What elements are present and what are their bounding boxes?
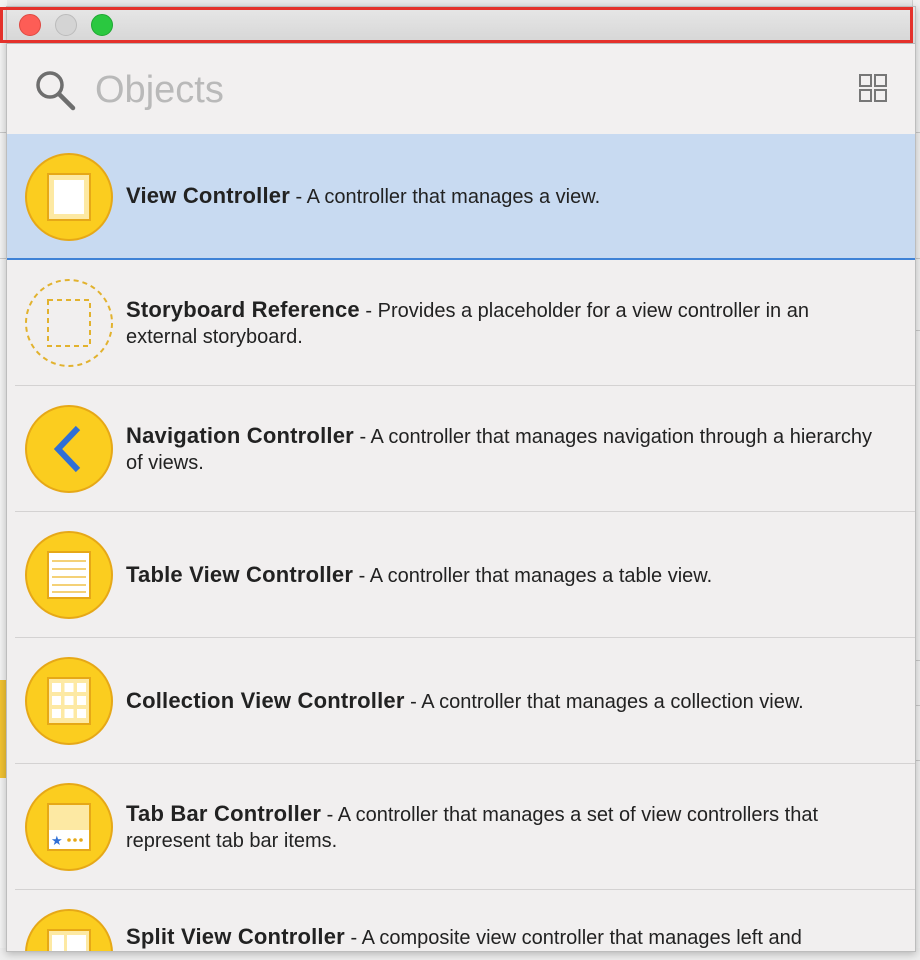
list-item-collection-view-controller[interactable]: Collection View Controller - A controlle… [7, 638, 915, 764]
list-item-storyboard-reference[interactable]: Storyboard Reference - Provides a placeh… [7, 260, 915, 386]
object-title: Storyboard Reference [126, 296, 360, 322]
list-item-navigation-controller[interactable]: Navigation Controller - A controller tha… [7, 386, 915, 512]
tab-bar-controller-icon: ★ [25, 783, 113, 871]
search-bar [7, 44, 915, 134]
search-icon [36, 71, 76, 111]
list-item-tab-bar-controller[interactable]: ★ Tab Bar Controller - A controller that… [7, 764, 915, 890]
object-description: - A controller that manages a view. [289, 185, 601, 208]
close-window-button[interactable] [19, 14, 41, 36]
object-description: - A controller that manages a table view… [353, 564, 713, 587]
list-item-split-view-controller[interactable]: Split View Controller - A composite view… [7, 890, 915, 951]
object-list: View Controller - A controller that mana… [7, 134, 915, 951]
minimize-window-button[interactable] [55, 14, 77, 36]
storyboard-reference-icon [25, 279, 113, 367]
zoom-window-button[interactable] [91, 14, 113, 36]
object-description: - A controller that manages a collection… [404, 690, 804, 713]
title-bar[interactable] [7, 7, 915, 44]
object-title: Table View Controller [126, 561, 354, 587]
split-view-controller-icon [25, 909, 113, 951]
object-title: Navigation Controller [126, 422, 354, 448]
svg-text:★: ★ [51, 834, 63, 849]
object-title: Collection View Controller [126, 687, 405, 713]
object-library-window: View Controller - A controller that mana… [6, 6, 916, 952]
search-input[interactable] [93, 64, 797, 116]
list-item-table-view-controller[interactable]: Table View Controller - A controller tha… [7, 512, 915, 638]
view-controller-icon [25, 153, 113, 241]
grid-view-icon[interactable] [859, 74, 887, 102]
table-view-controller-icon [25, 531, 113, 619]
object-title: View Controller [126, 182, 290, 208]
navigation-controller-icon [25, 405, 113, 493]
object-title: Tab Bar Controller [126, 800, 322, 826]
list-item-view-controller[interactable]: View Controller - A controller that mana… [7, 134, 915, 260]
object-title: Split View Controller [126, 924, 345, 949]
collection-view-controller-icon [25, 657, 113, 745]
object-description: - A composite view controller that manag… [344, 927, 802, 949]
